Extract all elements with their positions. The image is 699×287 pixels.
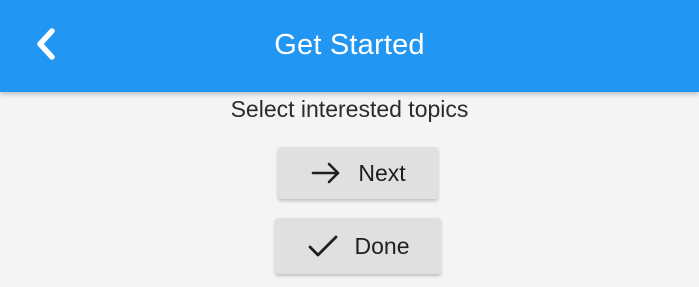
next-button-label: Next	[358, 159, 406, 186]
next-button[interactable]: Next	[278, 147, 438, 199]
subtitle-text: Select interested topics	[230, 96, 469, 122]
done-button[interactable]: Done	[275, 218, 441, 274]
page-title: Get Started	[274, 29, 425, 61]
app-bar: Get Started	[0, 0, 699, 92]
check-icon	[307, 233, 339, 259]
main-content: Select interested topics Next Done	[0, 92, 699, 287]
arrow-right-icon	[310, 161, 342, 185]
done-button-label: Done	[354, 232, 410, 259]
